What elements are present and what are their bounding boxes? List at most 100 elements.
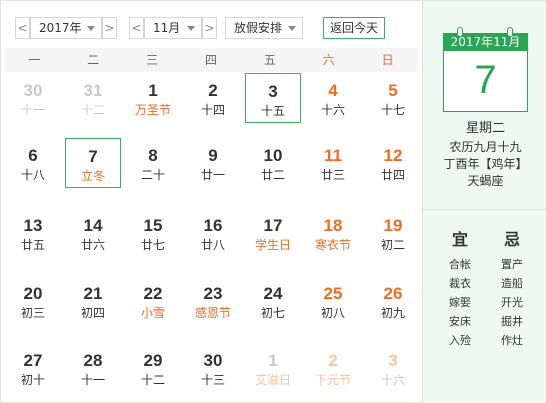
date-cell[interactable]: 6 十八 bbox=[5, 138, 61, 188]
date-cell[interactable]: 2 下元节 bbox=[305, 343, 361, 393]
lunar-label: 廿二 bbox=[260, 168, 285, 182]
ji-list: 忌 置产 造船 开光 掘井 作灶 bbox=[487, 229, 537, 350]
date-number: 17 bbox=[263, 216, 283, 235]
date-cell[interactable]: 9 廿一 bbox=[185, 138, 241, 188]
weekday-label: 日 bbox=[381, 53, 394, 67]
date-cell[interactable]: 20 初三 bbox=[5, 276, 61, 326]
lunar-label: 下元节 bbox=[314, 373, 351, 387]
date-cell[interactable]: 2 十四 bbox=[185, 73, 241, 123]
date-number: 7 bbox=[88, 147, 98, 166]
weekday-label: 四 bbox=[205, 53, 218, 67]
date-number: 8 bbox=[148, 146, 158, 165]
next-month-button[interactable]: > bbox=[202, 17, 217, 39]
prev-month-button[interactable]: < bbox=[129, 17, 144, 39]
date-cell[interactable]: 8 二十 bbox=[125, 138, 181, 188]
date-cell[interactable]: 12 廿四 bbox=[365, 138, 421, 188]
date-cell[interactable]: 30 十一 bbox=[5, 73, 61, 123]
date-cell[interactable]: 1 艾滋日 bbox=[245, 343, 301, 393]
date-cell[interactable]: 30 十三 bbox=[185, 343, 241, 393]
date-cell[interactable]: 31 十二 bbox=[65, 73, 121, 123]
date-number: 26 bbox=[383, 284, 403, 303]
date-cell[interactable]: 7 立冬 bbox=[65, 138, 121, 188]
lunar-label: 立冬 bbox=[80, 169, 105, 183]
lunar-label: 十四 bbox=[200, 103, 225, 117]
lunar-label: 感恩节 bbox=[194, 306, 231, 320]
date-number: 1 bbox=[148, 81, 158, 100]
date-cell[interactable]: 21 初四 bbox=[65, 276, 121, 326]
lunar-label: 十六 bbox=[320, 103, 345, 117]
date-cell[interactable]: 26 初九 bbox=[365, 276, 421, 326]
month-select-value: 11月 bbox=[153, 21, 181, 35]
holiday-select-value: 放假安排 bbox=[234, 21, 283, 35]
date-cell[interactable]: 19 初二 bbox=[365, 208, 421, 258]
yi-title: 宜 bbox=[451, 230, 468, 249]
date-cell[interactable]: 25 初八 bbox=[305, 276, 361, 326]
lunar-date-text: 农历九月十九 bbox=[449, 140, 522, 154]
date-cell[interactable]: 16 廿八 bbox=[185, 208, 241, 258]
date-number: 30 bbox=[23, 81, 43, 100]
prev-year-button[interactable]: < bbox=[15, 17, 30, 39]
lunar-label: 初三 bbox=[20, 306, 45, 320]
date-number: 16 bbox=[203, 216, 223, 235]
ji-title: 忌 bbox=[503, 230, 520, 249]
date-cell[interactable]: 29 十二 bbox=[125, 343, 181, 393]
ji-item: 开光 bbox=[501, 296, 523, 309]
date-cell[interactable]: 14 廿六 bbox=[65, 208, 121, 258]
date-cell[interactable]: 3 十五 bbox=[245, 73, 301, 123]
yi-list: 宜 合帐 裁衣 嫁娶 安床 入殓 bbox=[435, 229, 485, 350]
date-number: 30 bbox=[203, 351, 223, 370]
date-cell[interactable]: 1 万圣节 bbox=[125, 73, 181, 123]
lunar-label: 十一 bbox=[20, 103, 45, 117]
holiday-select[interactable]: 放假安排 bbox=[225, 17, 303, 39]
back-to-today-button[interactable]: 返回今天 bbox=[323, 17, 385, 39]
lunar-label: 初八 bbox=[320, 306, 345, 320]
date-leaf: 2017年11月 7 bbox=[443, 27, 528, 112]
date-number: 2 bbox=[208, 81, 218, 100]
year-select[interactable]: 2017年 bbox=[30, 17, 102, 39]
date-number: 23 bbox=[203, 284, 223, 303]
date-cell[interactable]: 23 感恩节 bbox=[185, 276, 241, 326]
side-divider bbox=[423, 209, 546, 210]
lunar-label: 小雪 bbox=[140, 306, 165, 320]
date-number: 15 bbox=[143, 216, 163, 235]
date-cell[interactable]: 22 小雪 bbox=[125, 276, 181, 326]
ji-item: 造船 bbox=[501, 277, 523, 290]
lunar-label: 学生日 bbox=[254, 238, 291, 252]
lunar-label: 初七 bbox=[260, 306, 285, 320]
date-cell[interactable]: 10 廿二 bbox=[245, 138, 301, 188]
lunar-label: 十二 bbox=[80, 103, 105, 117]
date-number: 31 bbox=[83, 81, 103, 100]
leaf-day-number: 7 bbox=[443, 51, 528, 112]
next-year-button[interactable]: > bbox=[102, 17, 117, 39]
lunar-label: 廿四 bbox=[380, 168, 405, 182]
date-cell[interactable]: 4 十六 bbox=[305, 73, 361, 123]
chevron-down-icon bbox=[288, 26, 296, 31]
date-cell[interactable]: 3 十六 bbox=[365, 343, 421, 393]
date-cell[interactable]: 18 寒衣节 bbox=[305, 208, 361, 258]
date-cell[interactable]: 28 十一 bbox=[65, 343, 121, 393]
date-number: 3 bbox=[388, 351, 398, 370]
date-cell[interactable]: 24 初七 bbox=[245, 276, 301, 326]
date-cell[interactable]: 17 学生日 bbox=[245, 208, 301, 258]
lunar-label: 十三 bbox=[200, 373, 225, 387]
date-cell[interactable]: 27 初十 bbox=[5, 343, 61, 393]
weekday-label: 一 bbox=[28, 53, 41, 67]
weekday-label: 三 bbox=[146, 53, 159, 67]
date-cell[interactable]: 11 廿三 bbox=[305, 138, 361, 188]
leaf-header: 2017年11月 bbox=[443, 33, 528, 51]
date-number: 13 bbox=[23, 216, 43, 235]
lunar-label: 廿一 bbox=[200, 168, 225, 182]
date-cell[interactable]: 13 廿五 bbox=[5, 208, 61, 258]
lunar-label: 十五 bbox=[260, 104, 285, 118]
yi-item: 裁衣 bbox=[449, 277, 471, 290]
lunar-label: 初四 bbox=[80, 306, 105, 320]
lunar-label: 初十 bbox=[20, 373, 45, 387]
binder-ring-icon bbox=[457, 27, 463, 37]
yi-item: 安床 bbox=[449, 315, 471, 328]
month-select[interactable]: 11月 bbox=[144, 17, 202, 39]
date-cell[interactable]: 15 廿七 bbox=[125, 208, 181, 258]
lunar-label: 廿六 bbox=[80, 238, 105, 252]
date-number: 3 bbox=[268, 82, 278, 101]
date-number: 29 bbox=[143, 351, 163, 370]
date-cell[interactable]: 5 十七 bbox=[365, 73, 421, 123]
